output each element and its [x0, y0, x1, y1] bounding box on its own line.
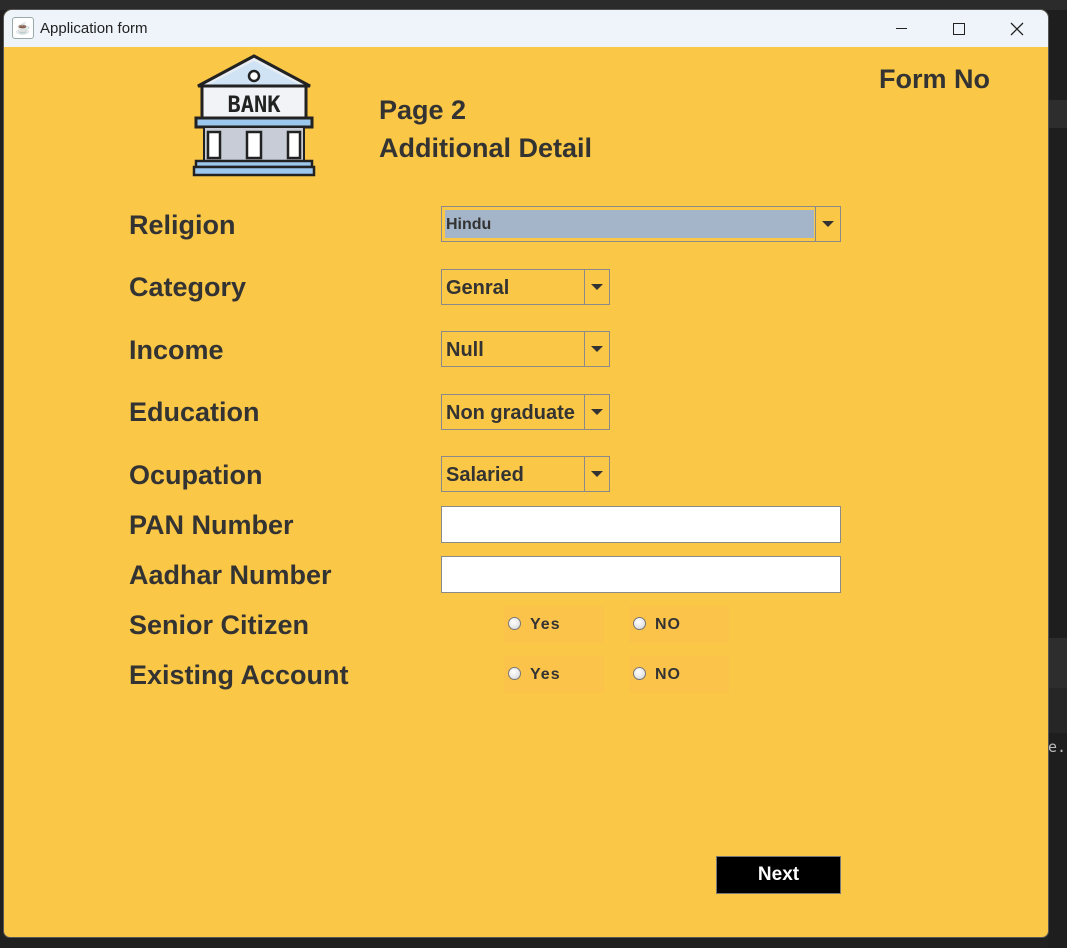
radio-label: NO: [655, 616, 681, 633]
education-label: Education: [129, 397, 260, 427]
existing-account-yes-radio[interactable]: Yes: [504, 656, 604, 693]
category-label: Category: [129, 272, 247, 302]
occupation-dropdown[interactable]: Salaried: [441, 456, 610, 492]
background-text: e.: [1048, 738, 1067, 756]
bank-logo-text: BANK: [228, 93, 282, 118]
minimize-icon: [895, 28, 907, 29]
radio-icon[interactable]: [508, 667, 521, 680]
education-value: Non graduate: [446, 402, 575, 424]
window-title: Application form: [40, 20, 148, 37]
next-button[interactable]: Next: [716, 856, 841, 894]
category-dropdown[interactable]: Genral: [441, 269, 610, 305]
radio-label: NO: [655, 666, 681, 683]
background-panel: [1048, 688, 1067, 733]
religion-value: Hindu: [445, 210, 814, 238]
maximize-button[interactable]: [930, 10, 988, 47]
dropdown-arrow-icon[interactable]: [584, 270, 609, 304]
bank-logo-icon: BANK: [192, 54, 316, 177]
income-dropdown[interactable]: Null: [441, 331, 610, 367]
occupation-value: Salaried: [446, 464, 524, 486]
aadhar-label: Aadhar Number: [129, 560, 332, 590]
education-dropdown[interactable]: Non graduate: [441, 394, 610, 430]
religion-dropdown[interactable]: Hindu: [441, 206, 841, 242]
occupation-label: Ocupation: [129, 460, 263, 490]
background-editor-edge: [1048, 10, 1067, 948]
page-subtitle: Additional Detail: [379, 133, 593, 163]
income-label: Income: [129, 335, 224, 365]
category-value: Genral: [446, 277, 510, 299]
senior-citizen-yes-radio[interactable]: Yes: [504, 606, 604, 643]
desktop-strip: [0, 0, 1067, 10]
existing-account-no-radio[interactable]: NO: [629, 656, 729, 693]
radio-icon[interactable]: [508, 617, 521, 630]
income-value: Null: [446, 339, 484, 361]
minimize-button[interactable]: [872, 10, 930, 47]
dropdown-arrow-icon[interactable]: [584, 457, 609, 491]
aadhar-number-input[interactable]: [441, 556, 841, 593]
dropdown-arrow-icon[interactable]: [815, 207, 840, 241]
java-app-icon: ☕: [12, 17, 34, 39]
application-window: ☕ Application form BANK Page 2 Additiona…: [4, 10, 1048, 937]
existing-account-label: Existing Account: [129, 660, 349, 690]
background-panel: [1048, 638, 1067, 688]
form-panel: BANK Page 2 Additional Detail Form No Re…: [4, 47, 1048, 937]
senior-citizen-label: Senior Citizen: [129, 610, 310, 640]
pan-number-input[interactable]: [441, 506, 841, 543]
pan-label: PAN Number: [129, 510, 294, 540]
radio-label: Yes: [530, 616, 561, 633]
dropdown-arrow-icon[interactable]: [584, 395, 609, 429]
close-button[interactable]: [988, 10, 1046, 47]
dropdown-arrow-icon[interactable]: [584, 332, 609, 366]
radio-icon[interactable]: [633, 617, 646, 630]
radio-icon[interactable]: [633, 667, 646, 680]
religion-label: Religion: [129, 210, 236, 240]
close-icon: [1010, 22, 1024, 35]
background-panel: [1048, 100, 1067, 128]
form-number-label: Form No: [879, 64, 990, 94]
radio-label: Yes: [530, 666, 561, 683]
page-title: Page 2: [379, 95, 467, 125]
maximize-icon: [953, 22, 965, 35]
senior-citizen-no-radio[interactable]: NO: [629, 606, 729, 643]
title-bar: ☕ Application form: [4, 10, 1048, 47]
